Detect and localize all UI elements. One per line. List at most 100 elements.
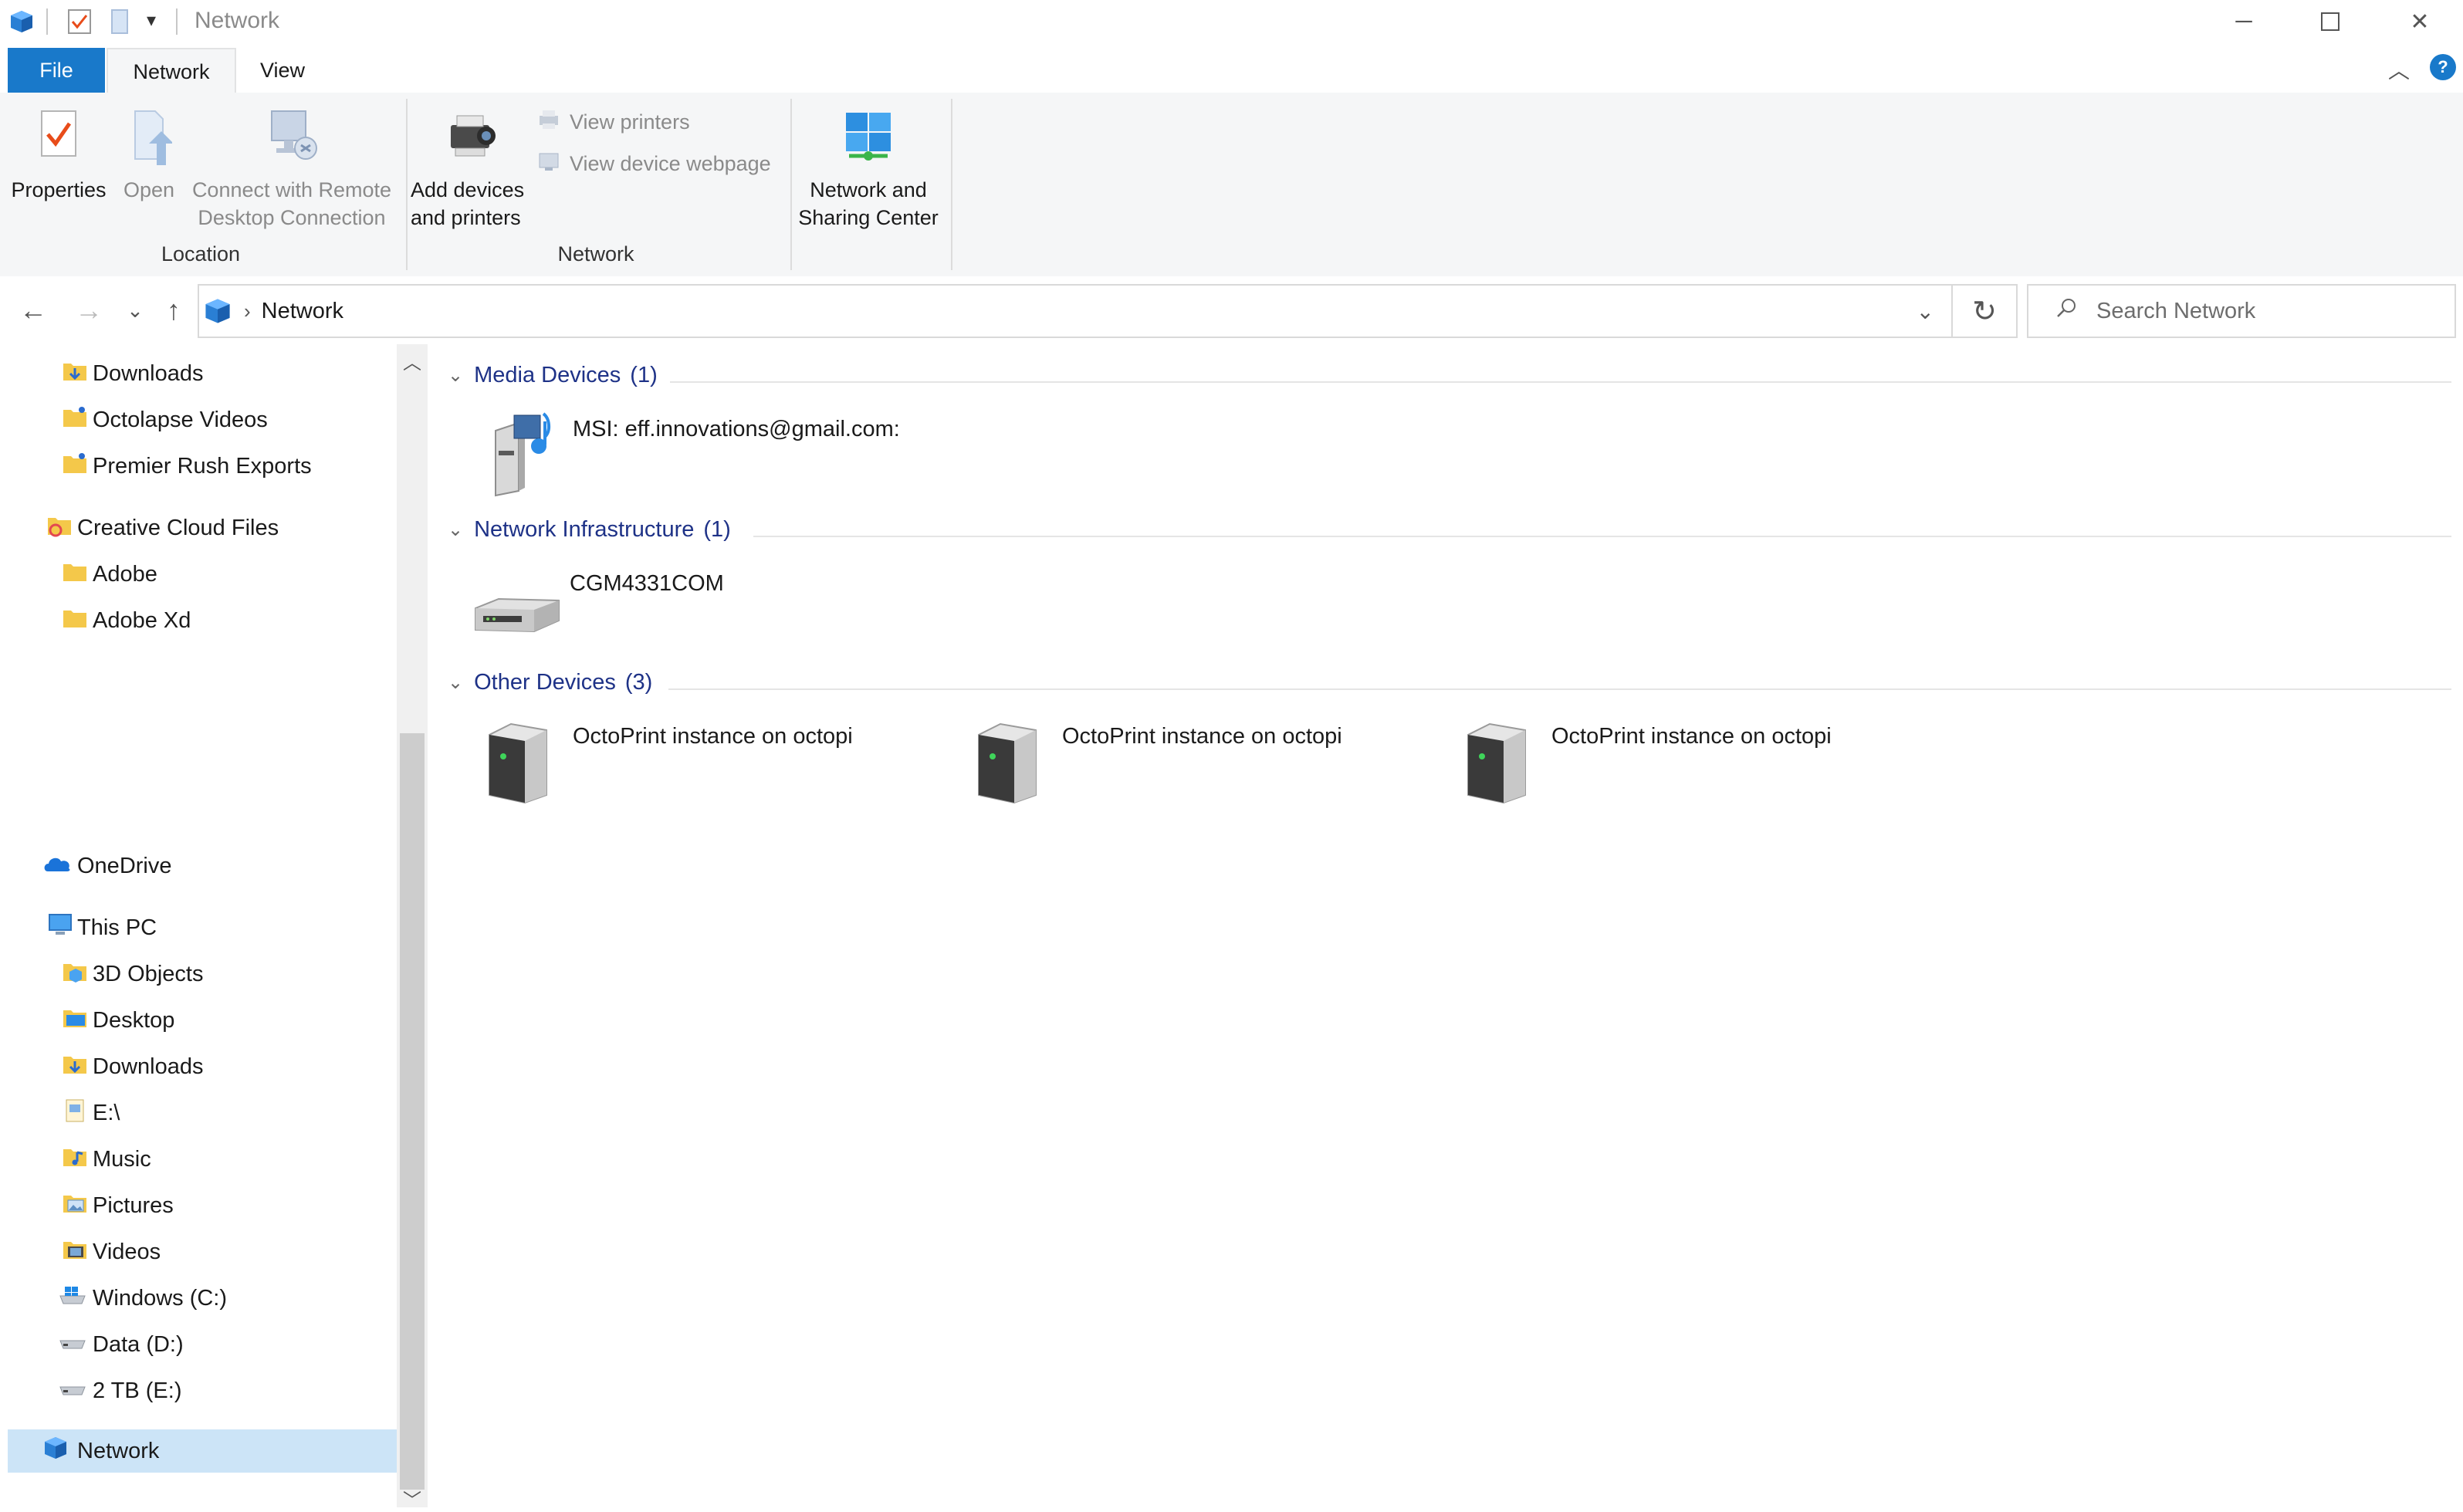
- scroll-up-icon[interactable]: ︿: [403, 347, 421, 374]
- windows-drive-icon: [57, 1284, 93, 1313]
- properties-icon: [8, 108, 110, 165]
- help-icon[interactable]: ?: [2430, 54, 2456, 80]
- device-item-octoprint-3[interactable]: OctoPrint instance on octopi: [1459, 718, 1832, 804]
- tab-file[interactable]: File: [8, 48, 105, 93]
- device-item-router[interactable]: CGM4331COM: [468, 565, 724, 642]
- nav-item-premier-rush-exports[interactable]: Premier Rush Exports: [0, 445, 397, 488]
- view-printers-button[interactable]: View printers: [537, 108, 690, 137]
- device-label: OctoPrint instance on octopi: [573, 724, 853, 749]
- forward-button[interactable]: →: [69, 289, 108, 332]
- device-item-octoprint-1[interactable]: OctoPrint instance on octopi: [480, 718, 853, 804]
- maximize-button[interactable]: [2288, 0, 2373, 43]
- printer-icon: [537, 108, 560, 137]
- back-button[interactable]: ←: [14, 289, 52, 332]
- customize-toolbar-icon[interactable]: ▾: [147, 9, 156, 32]
- recent-locations-button[interactable]: ⌄: [116, 289, 154, 332]
- chevron-down-icon: ⌄: [127, 298, 144, 322]
- folder-icon: [62, 558, 93, 590]
- minimize-icon: ─: [2235, 8, 2252, 34]
- navigation-bar: ← → ⌄ ↑ › Network ⌄ ↻ Search Network: [0, 276, 2463, 344]
- nav-item-downloads-quick[interactable]: Downloads: [0, 352, 397, 395]
- device-tower-icon: [1459, 718, 1545, 804]
- address-bar[interactable]: › Network ⌄: [198, 284, 1953, 338]
- folder-icon: [62, 404, 93, 436]
- title-separator: [46, 8, 48, 35]
- nav-item-windows-c[interactable]: Windows (C:): [0, 1277, 397, 1320]
- tab-view[interactable]: View: [244, 48, 321, 93]
- ribbon-separator: [406, 99, 408, 270]
- folder-icon: [62, 450, 93, 482]
- breadcrumb-chevron-icon: ›: [244, 299, 251, 323]
- device-item-media[interactable]: MSI: eff.innovations@gmail.com:: [480, 411, 900, 499]
- nav-item-3d-objects[interactable]: 3D Objects: [0, 952, 397, 996]
- device-tower-icon: [969, 718, 1056, 804]
- nav-item-creative-cloud-files[interactable]: Creative Cloud Files: [0, 506, 397, 550]
- minimize-button[interactable]: ─: [2201, 0, 2286, 43]
- chevron-down-icon: ⌄: [448, 672, 464, 693]
- nav-item-data-d[interactable]: Data (D:): [0, 1323, 397, 1366]
- nav-item-octolapse-videos[interactable]: Octolapse Videos: [0, 398, 397, 441]
- window-title: Network: [195, 8, 280, 33]
- search-box[interactable]: Search Network: [2027, 284, 2456, 338]
- nav-item-onedrive[interactable]: OneDrive: [0, 844, 397, 888]
- tab-network[interactable]: Network: [107, 48, 236, 94]
- group-header-network-infrastructure[interactable]: ⌄ Network Infrastructure (1): [448, 517, 731, 543]
- nav-item-desktop[interactable]: Desktop: [0, 999, 397, 1042]
- drive-icon: [57, 1330, 93, 1359]
- network-sharing-icon: [795, 108, 942, 165]
- new-folder-quick-icon[interactable]: [108, 8, 131, 36]
- folder-download-icon: [62, 1050, 93, 1083]
- nav-item-network[interactable]: Network: [8, 1429, 397, 1473]
- chevron-down-icon: ⌄: [448, 519, 464, 540]
- breadcrumb[interactable]: Network: [262, 299, 343, 324]
- music-folder-icon: [62, 1143, 93, 1175]
- scroll-thumb[interactable]: [400, 733, 425, 1490]
- this-pc-icon: [46, 912, 77, 944]
- scroll-down-icon[interactable]: ﹀: [403, 1485, 421, 1512]
- ribbon: Properties Open Connect with Remote Desk…: [0, 93, 2463, 278]
- remote-desktop-button[interactable]: Connect with Remote Desktop Connection: [188, 108, 395, 232]
- nav-item-videos[interactable]: Videos: [0, 1230, 397, 1274]
- nav-item-2tb-e[interactable]: 2 TB (E:): [0, 1369, 397, 1412]
- network-sharing-center-button[interactable]: Network and Sharing Center: [795, 108, 942, 232]
- device-label: OctoPrint instance on octopi: [1551, 724, 1832, 749]
- nav-item-downloads[interactable]: Downloads: [0, 1045, 397, 1088]
- up-arrow-icon: ↑: [167, 294, 181, 326]
- nav-item-e-drive[interactable]: E:\: [0, 1091, 397, 1135]
- address-dropdown-icon[interactable]: ⌄: [1917, 299, 1934, 324]
- refresh-button[interactable]: ↻: [1953, 284, 2018, 338]
- network-app-icon[interactable]: [8, 8, 36, 36]
- device-label: MSI: eff.innovations@gmail.com:: [573, 417, 900, 441]
- up-button[interactable]: ↑: [154, 289, 193, 332]
- close-button[interactable]: ✕: [2377, 0, 2462, 43]
- group-divider: [753, 536, 2451, 537]
- maximize-icon: [2321, 12, 2340, 31]
- network-group-label: Network: [557, 242, 634, 266]
- onedrive-icon: [42, 851, 77, 881]
- network-location-icon: [202, 296, 233, 326]
- ribbon-separator: [790, 99, 792, 270]
- device-webpage-icon: [537, 150, 560, 178]
- creative-cloud-icon: [46, 512, 77, 544]
- title-bar: ▾ Network ─ ✕: [0, 0, 2463, 43]
- group-header-other-devices[interactable]: ⌄ Other Devices (3): [448, 670, 652, 695]
- media-server-icon: [480, 411, 567, 499]
- properties-quick-icon[interactable]: [66, 8, 93, 36]
- add-devices-button[interactable]: Add devices and printers: [411, 108, 534, 232]
- nav-scrollbar[interactable]: ︿ ﹀: [397, 344, 428, 1511]
- view-device-webpage-button[interactable]: View device webpage: [537, 150, 771, 178]
- nav-item-pictures[interactable]: Pictures: [0, 1184, 397, 1227]
- nav-item-adobe[interactable]: Adobe: [0, 553, 397, 596]
- location-group-label: Location: [161, 242, 241, 266]
- properties-button[interactable]: Properties: [8, 108, 110, 204]
- open-icon: [114, 108, 184, 167]
- device-item-octoprint-2[interactable]: OctoPrint instance on octopi: [969, 718, 1342, 804]
- desktop-folder-icon: [62, 1004, 93, 1037]
- open-button[interactable]: Open: [114, 108, 184, 204]
- nav-item-adobe-xd[interactable]: Adobe Xd: [0, 599, 397, 642]
- nav-item-this-pc[interactable]: This PC: [0, 906, 397, 949]
- nav-item-music[interactable]: Music: [0, 1138, 397, 1181]
- search-input[interactable]: Search Network: [2096, 299, 2255, 324]
- group-header-media-devices[interactable]: ⌄ Media Devices (1): [448, 363, 658, 388]
- collapse-ribbon-icon[interactable]: ︿: [2388, 54, 2410, 85]
